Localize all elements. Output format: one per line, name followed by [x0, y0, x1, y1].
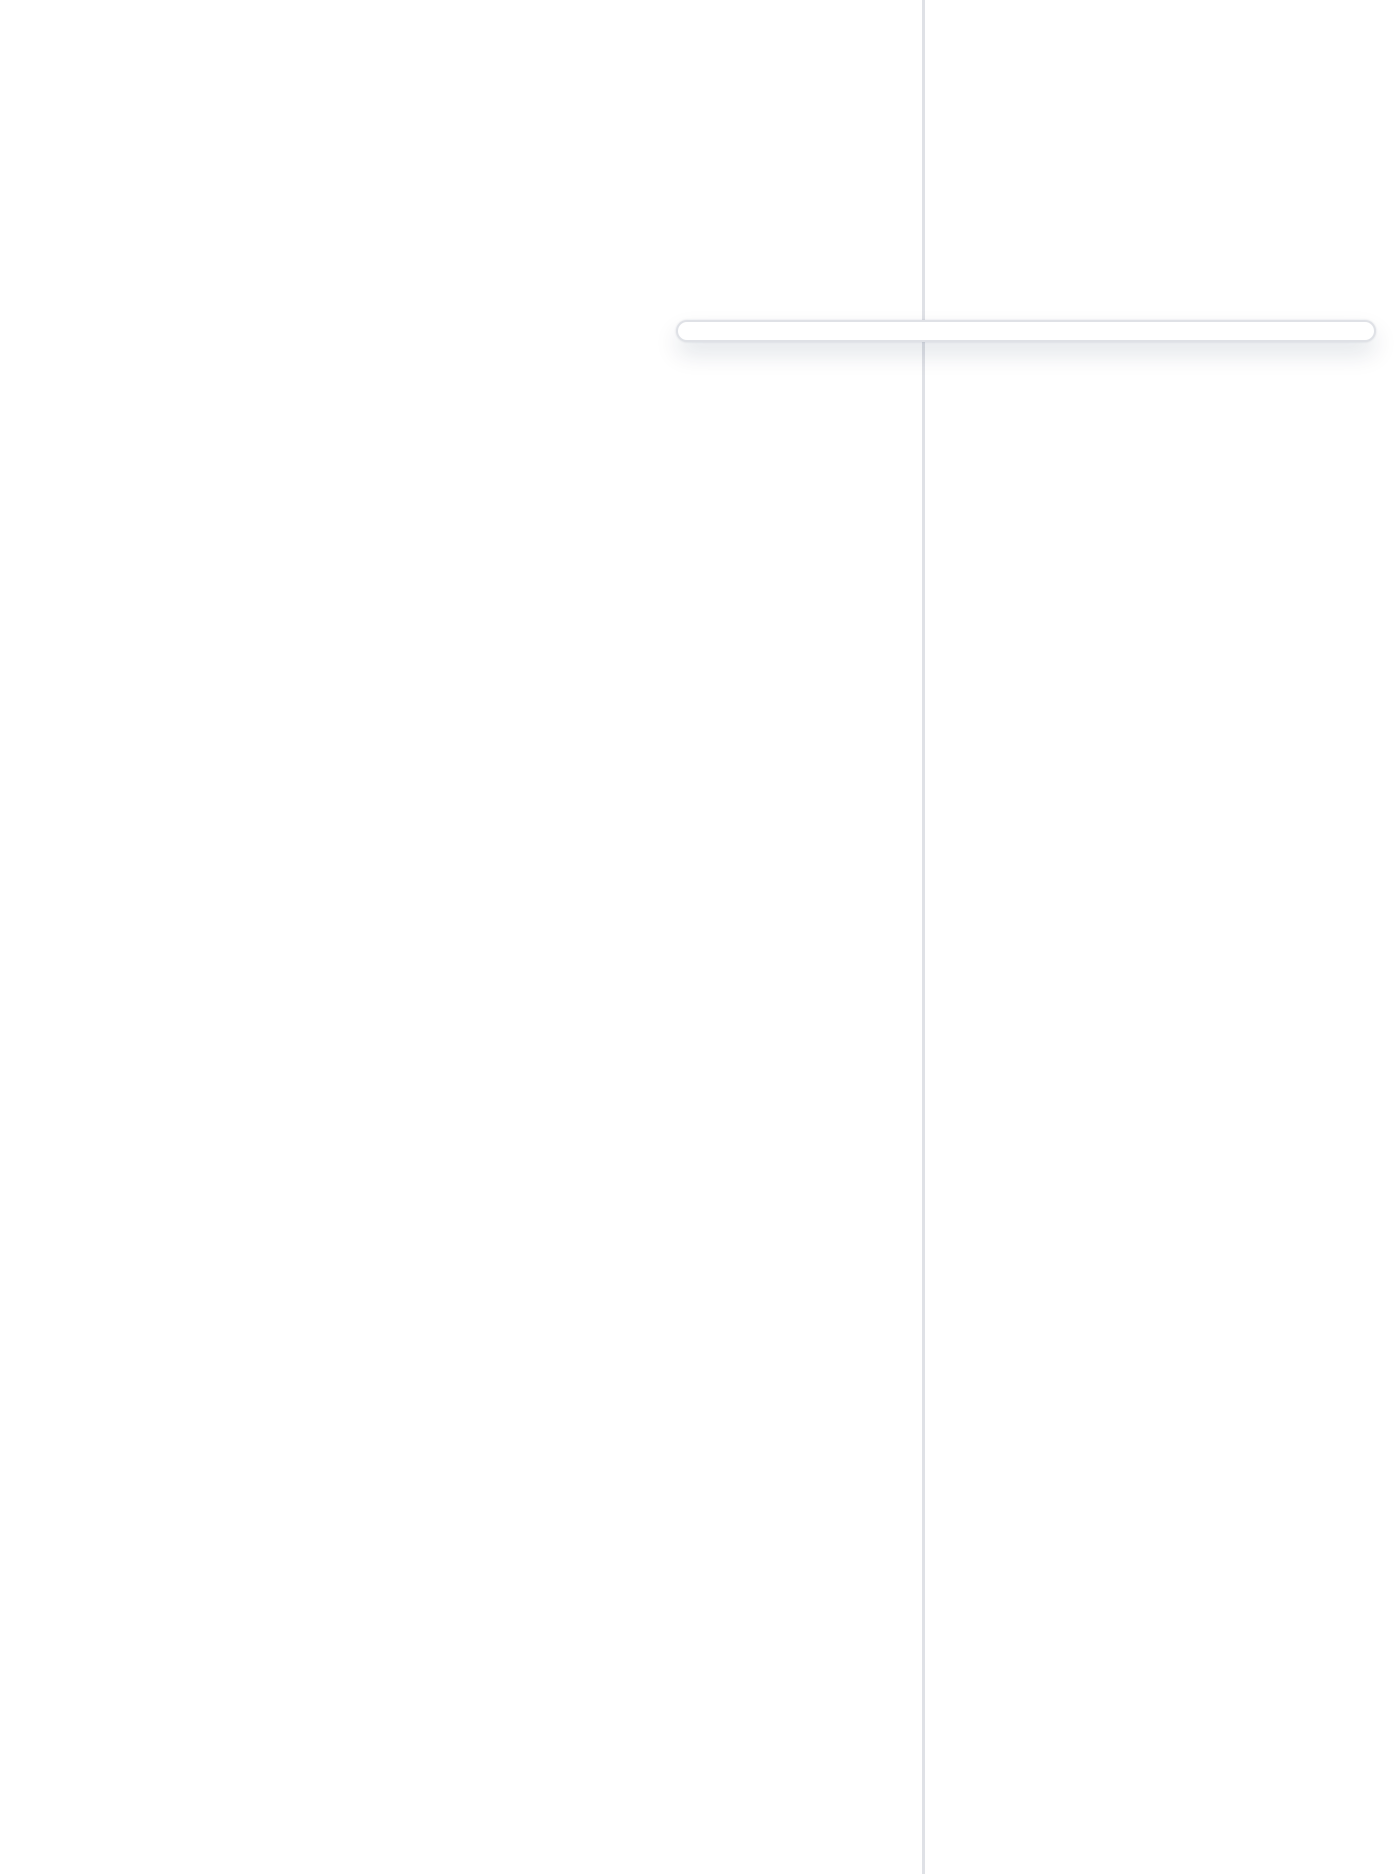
vertical-divider	[922, 0, 925, 1874]
page-tree-sidebar	[0, 0, 890, 1874]
page-actions-menu	[676, 320, 1376, 342]
